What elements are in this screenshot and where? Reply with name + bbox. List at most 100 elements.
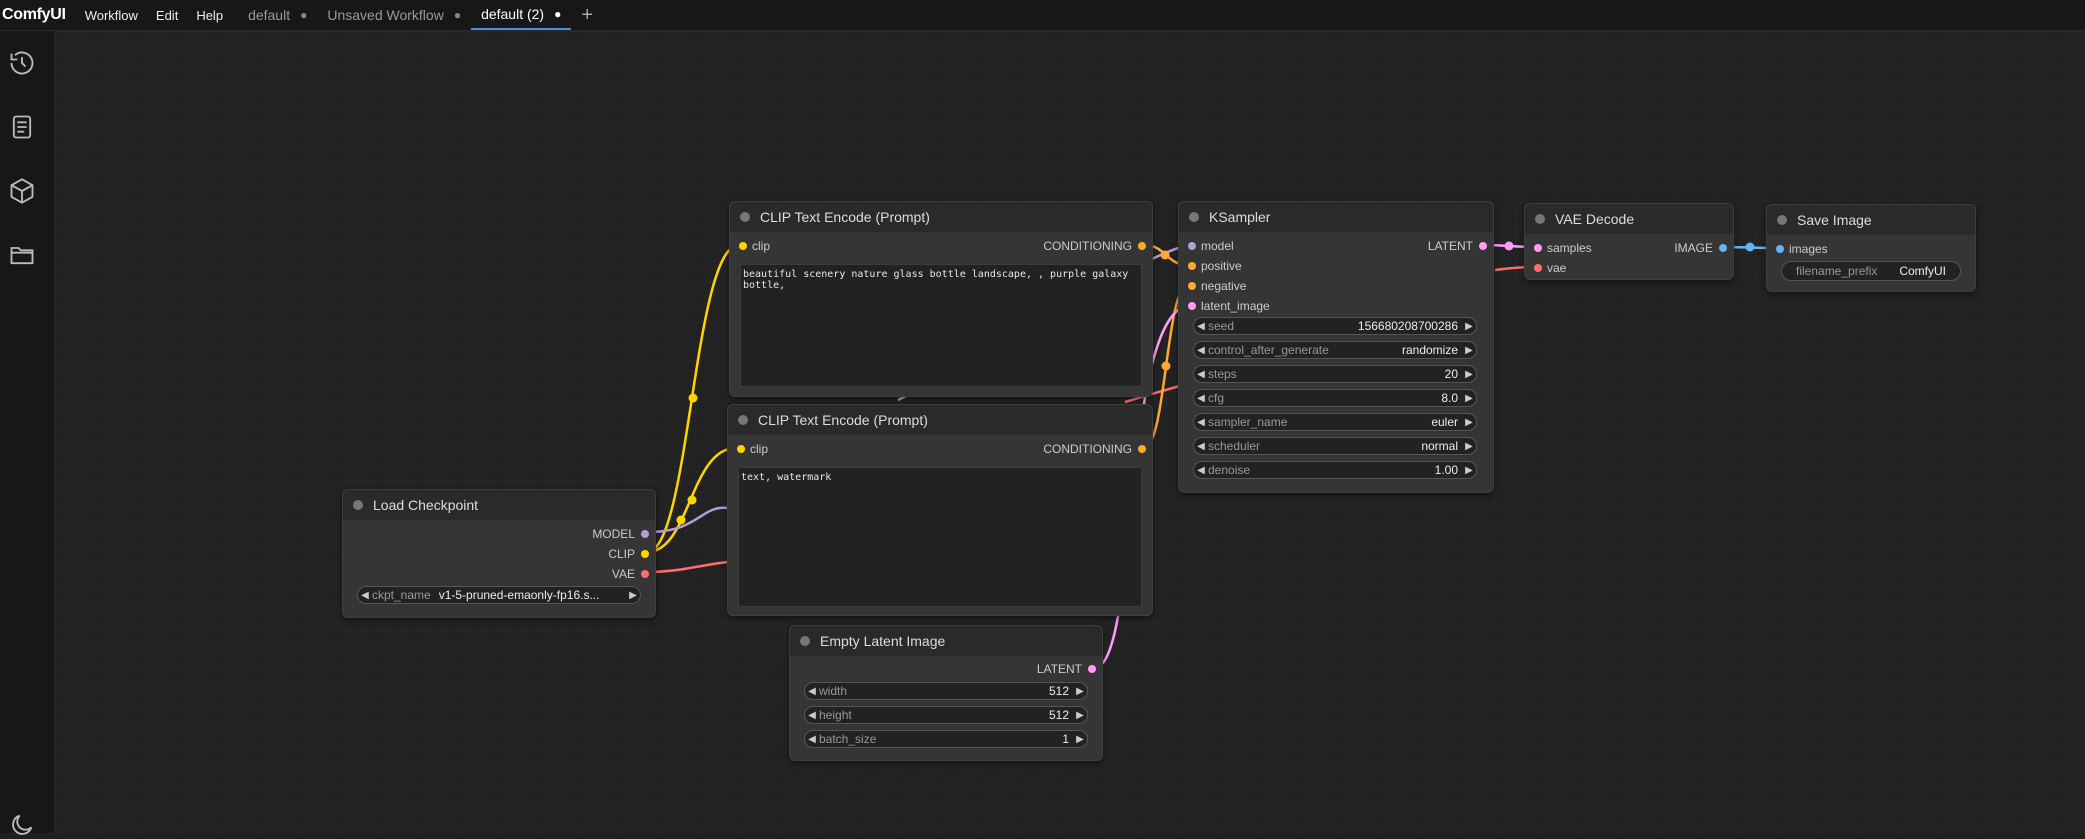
history-icon[interactable] [8, 49, 36, 77]
node-load-checkpoint[interactable]: Load Checkpoint MODEL CLIP VAE ◀ ckpt_na… [342, 489, 656, 618]
widget-filename-prefix[interactable]: filename_prefix ComfyUI [1781, 261, 1961, 281]
decrement-arrow-icon[interactable]: ◀ [1194, 321, 1208, 332]
increment-arrow-icon[interactable]: ▶ [1073, 710, 1087, 721]
input-negative[interactable]: negative [1185, 278, 1246, 294]
node-title-bar[interactable]: Save Image [1767, 205, 1975, 235]
tab-default[interactable]: default ● [238, 0, 317, 30]
output-latent[interactable]: LATENT [1428, 238, 1487, 254]
widget-cfg[interactable]: ◀ cfg 8.0 ▶ [1193, 389, 1477, 407]
output-clip[interactable]: CLIP [608, 546, 649, 562]
queue-list-icon[interactable] [8, 113, 36, 141]
decrement-arrow-icon[interactable]: ◀ [805, 734, 819, 745]
widget-batch-size[interactable]: ◀ batch_size 1 ▶ [804, 730, 1088, 748]
widget-seed[interactable]: ◀ seed 156680208700286 ▶ [1193, 317, 1477, 335]
model-pin-icon[interactable] [1188, 242, 1196, 250]
widget-sampler-name[interactable]: ◀ sampler_name euler ▶ [1193, 413, 1477, 431]
decrement-arrow-icon[interactable]: ◀ [1194, 465, 1208, 476]
conditioning-pin-icon[interactable] [1138, 242, 1146, 250]
increment-arrow-icon[interactable]: ▶ [1462, 321, 1476, 332]
image-pin-icon[interactable] [1776, 245, 1784, 253]
decrement-arrow-icon[interactable]: ◀ [1194, 417, 1208, 428]
widget-scheduler[interactable]: ◀ scheduler normal ▶ [1193, 437, 1477, 455]
latent-pin-icon[interactable] [1534, 244, 1542, 252]
widget-denoise[interactable]: ◀ denoise 1.00 ▶ [1193, 461, 1477, 479]
input-positive[interactable]: positive [1185, 258, 1242, 274]
increment-arrow-icon[interactable]: ▶ [1073, 686, 1087, 697]
node-title-bar[interactable]: Empty Latent Image [790, 626, 1102, 656]
collapse-dot-icon[interactable] [800, 636, 810, 646]
increment-arrow-icon[interactable]: ▶ [1462, 393, 1476, 404]
node-title-bar[interactable]: KSampler [1179, 202, 1493, 232]
input-samples[interactable]: samples [1531, 240, 1592, 256]
collapse-dot-icon[interactable] [353, 500, 363, 510]
menu-workflow[interactable]: Workflow [76, 8, 147, 23]
decrement-arrow-icon[interactable]: ◀ [805, 710, 819, 721]
increment-arrow-icon[interactable]: ▶ [1462, 441, 1476, 452]
output-conditioning[interactable]: CONDITIONING [1043, 238, 1146, 254]
vae-pin-icon[interactable] [641, 570, 649, 578]
node-empty-latent-image[interactable]: Empty Latent Image LATENT ◀ width 512 ▶ … [789, 625, 1103, 761]
node-title-bar[interactable]: CLIP Text Encode (Prompt) [728, 405, 1152, 435]
collapse-dot-icon[interactable] [1777, 215, 1787, 225]
increment-arrow-icon[interactable]: ▶ [1462, 465, 1476, 476]
decrement-arrow-icon[interactable]: ◀ [1194, 393, 1208, 404]
widget-width[interactable]: ◀ width 512 ▶ [804, 682, 1088, 700]
output-vae[interactable]: VAE [612, 566, 649, 582]
add-tab-button[interactable]: + [571, 0, 603, 30]
collapse-dot-icon[interactable] [740, 212, 750, 222]
increment-arrow-icon[interactable]: ▶ [1462, 369, 1476, 380]
tab-unsaved-workflow[interactable]: Unsaved Workflow ● [317, 0, 471, 30]
prompt-text-area[interactable]: text, watermark [738, 467, 1142, 607]
input-clip[interactable]: clip [736, 238, 770, 254]
conditioning-pin-icon[interactable] [1188, 262, 1196, 270]
workflows-folder-icon[interactable] [8, 241, 36, 269]
decrement-arrow-icon[interactable]: ◀ [1194, 441, 1208, 452]
conditioning-pin-icon[interactable] [1188, 282, 1196, 290]
latent-pin-icon[interactable] [1479, 242, 1487, 250]
output-image[interactable]: IMAGE [1674, 240, 1727, 256]
node-save-image[interactable]: Save Image images filename_prefix ComfyU… [1766, 204, 1976, 292]
clip-pin-icon[interactable] [737, 445, 745, 453]
node-title-bar[interactable]: Load Checkpoint [343, 490, 655, 520]
input-images[interactable]: images [1773, 241, 1828, 257]
decrement-arrow-icon[interactable]: ◀ [358, 590, 372, 601]
unsaved-dot-icon[interactable]: ● [554, 7, 561, 21]
output-latent[interactable]: LATENT [1037, 661, 1096, 677]
output-conditioning[interactable]: CONDITIONING [1043, 441, 1146, 457]
node-library-cube-icon[interactable] [8, 177, 36, 205]
input-model[interactable]: model [1185, 238, 1234, 254]
input-vae[interactable]: vae [1531, 260, 1566, 276]
output-model[interactable]: MODEL [592, 526, 649, 542]
input-clip[interactable]: clip [734, 441, 768, 457]
decrement-arrow-icon[interactable]: ◀ [1194, 345, 1208, 356]
node-vae-decode[interactable]: VAE Decode samples vae IMAGE [1524, 203, 1734, 280]
latent-pin-icon[interactable] [1088, 665, 1096, 673]
node-title-bar[interactable]: CLIP Text Encode (Prompt) [730, 202, 1152, 232]
increment-arrow-icon[interactable]: ▶ [1462, 417, 1476, 428]
node-ksampler[interactable]: KSampler model positive negative latent_… [1178, 201, 1494, 493]
widget-height[interactable]: ◀ height 512 ▶ [804, 706, 1088, 724]
widget-ckpt-name[interactable]: ◀ ckpt_name v1-5-pruned-emaonly-fp16.s..… [357, 586, 641, 604]
increment-arrow-icon[interactable]: ▶ [1073, 734, 1087, 745]
clip-pin-icon[interactable] [739, 242, 747, 250]
node-clip-text-encode-negative[interactable]: CLIP Text Encode (Prompt) clip CONDITION… [727, 404, 1153, 616]
collapse-dot-icon[interactable] [738, 415, 748, 425]
decrement-arrow-icon[interactable]: ◀ [1194, 369, 1208, 380]
collapse-dot-icon[interactable] [1189, 212, 1199, 222]
menu-help[interactable]: Help [187, 8, 232, 23]
conditioning-pin-icon[interactable] [1138, 445, 1146, 453]
widget-steps[interactable]: ◀ steps 20 ▶ [1193, 365, 1477, 383]
prompt-text-area[interactable]: beautiful scenery nature glass bottle la… [740, 264, 1142, 387]
input-latent-image[interactable]: latent_image [1185, 298, 1270, 314]
tab-default-2[interactable]: default (2) ● [471, 0, 572, 30]
theme-moon-icon[interactable] [8, 811, 36, 839]
node-clip-text-encode-positive[interactable]: CLIP Text Encode (Prompt) clip CONDITION… [729, 201, 1153, 397]
image-pin-icon[interactable] [1719, 244, 1727, 252]
vae-pin-icon[interactable] [1534, 264, 1542, 272]
node-title-bar[interactable]: VAE Decode [1525, 204, 1733, 234]
collapse-dot-icon[interactable] [1535, 214, 1545, 224]
unsaved-dot-icon[interactable]: ● [300, 8, 307, 22]
increment-arrow-icon[interactable]: ▶ [626, 590, 640, 601]
decrement-arrow-icon[interactable]: ◀ [805, 686, 819, 697]
latent-pin-icon[interactable] [1188, 302, 1196, 310]
